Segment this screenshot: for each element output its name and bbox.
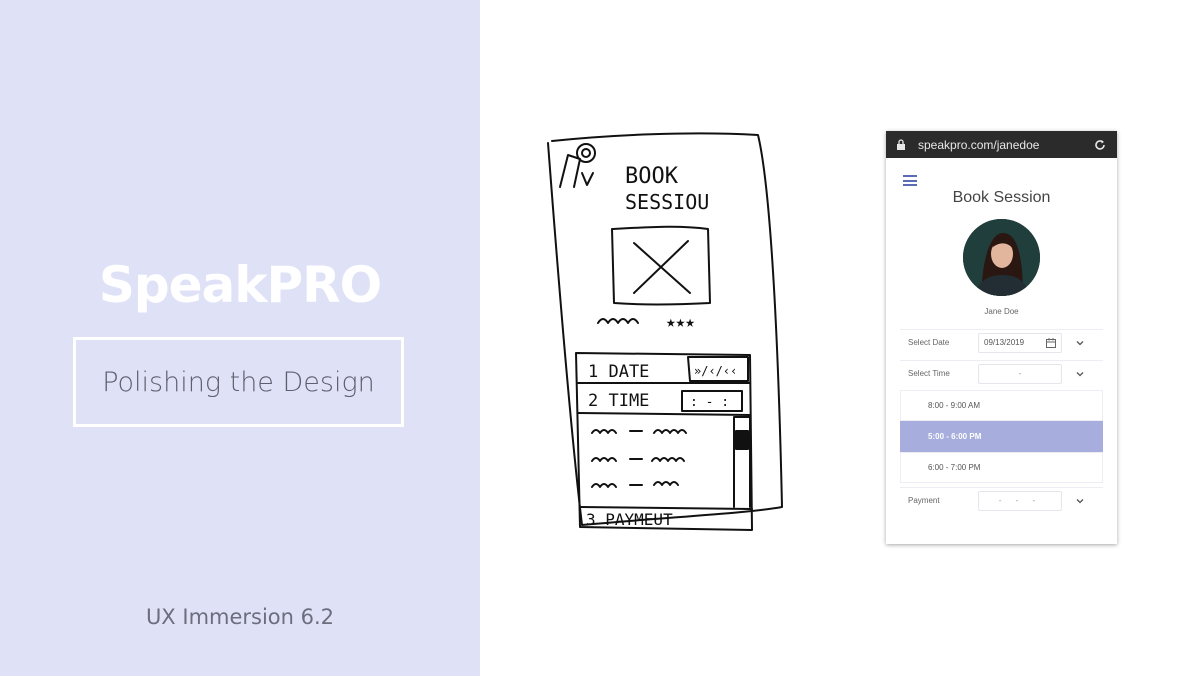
time-slot-option[interactable]: 8:00 - 9:00 AM: [900, 390, 1103, 421]
lock-icon: [897, 139, 905, 150]
sketch-time-label: 2 TIME: [588, 391, 649, 411]
subtitle-text: Polishing the Design: [102, 366, 375, 398]
speaker-name: Jane Doe: [984, 307, 1019, 316]
sketch-time-field: : - :: [690, 395, 729, 410]
url-bar[interactable]: speakpro.com/janedoe: [886, 131, 1117, 158]
date-field[interactable]: 09/13/2019: [978, 332, 1062, 353]
course-label: UX Immersion 6.2: [145, 605, 335, 629]
title-panel: SpeakPRO Polishing the Design UX Immersi…: [0, 0, 480, 676]
payment-field[interactable]: - - -: [978, 490, 1062, 511]
time-field[interactable]: -: [978, 363, 1062, 384]
sketch-logo: [559, 143, 596, 188]
page-title: Book Session: [952, 189, 1051, 206]
sketch-time-slots: [591, 429, 687, 488]
payment-value: - - -: [998, 496, 1042, 505]
sketch-payment-label: 3 PAYMEUT: [586, 510, 673, 529]
sketch-name-squiggle: [597, 318, 639, 324]
wireframe-sketch: BOOK SESSIOU ★★★ 1 DATE »/‹/‹‹ 2 TIME : …: [547, 132, 783, 531]
url-text: speakpro.com/janedoe: [918, 137, 1040, 152]
sketch-title-2: SESSIOU: [625, 190, 709, 214]
sketch-title-1: BOOK: [625, 164, 679, 189]
subtitle-box: Polishing the Design: [73, 337, 404, 427]
sketch-date-label: 1 DATE: [588, 362, 649, 382]
date-label: Select Date: [908, 338, 950, 347]
chevron-down-icon[interactable]: [1074, 337, 1086, 349]
hamburger-icon[interactable]: [903, 175, 917, 186]
payment-label: Payment: [908, 496, 940, 505]
sketch-image-placeholder: [611, 225, 711, 306]
sketch-date-field: »/‹/‹‹: [694, 364, 737, 378]
time-row: Select Time -: [900, 360, 1103, 386]
sketch-stars: ★★★: [666, 312, 695, 331]
payment-row: Payment - - -: [900, 487, 1103, 513]
time-value: -: [1018, 369, 1022, 378]
chevron-down-icon[interactable]: [1074, 495, 1086, 507]
calendar-icon[interactable]: [1046, 337, 1056, 348]
date-value: 09/13/2019: [984, 338, 1025, 347]
time-label: Select Time: [908, 369, 950, 378]
chevron-down-icon[interactable]: [1074, 368, 1086, 380]
time-slot-option-selected[interactable]: 5:00 - 6:00 PM: [900, 421, 1103, 452]
time-slot-option[interactable]: 6:00 - 7:00 PM: [900, 452, 1103, 483]
reload-icon[interactable]: [1093, 138, 1107, 152]
phone-mockup: speakpro.com/janedoe Book Session Jane D…: [886, 131, 1117, 544]
date-row: Select Date 09/13/2019: [900, 329, 1103, 355]
avatar: [963, 219, 1040, 296]
brand-title: SpeakPRO: [98, 256, 382, 314]
